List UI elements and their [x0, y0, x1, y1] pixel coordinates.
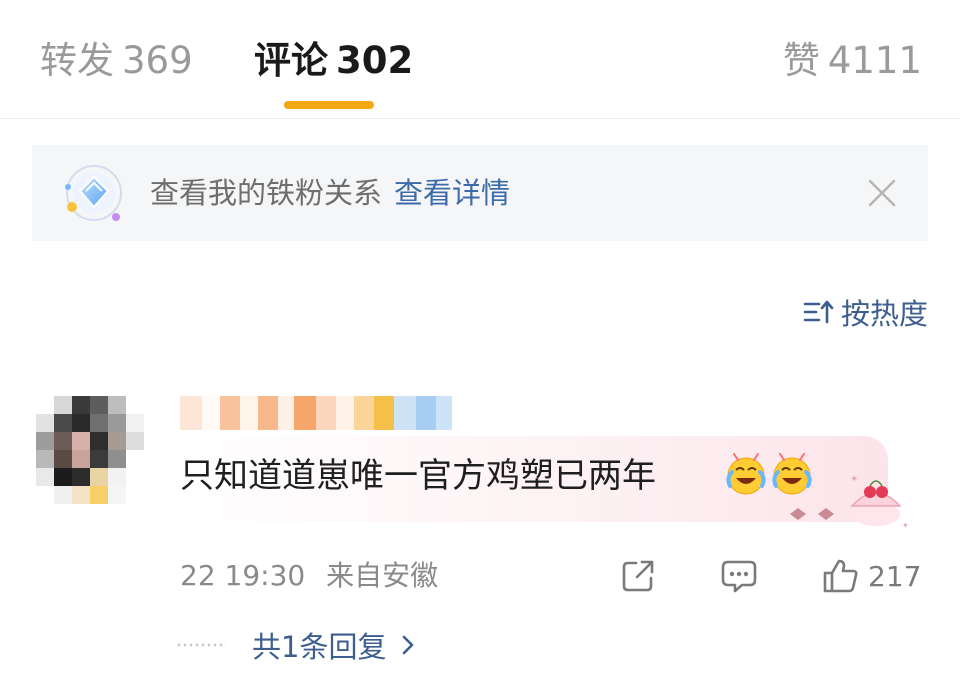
like-icon	[823, 559, 858, 593]
tab-likes[interactable]: 赞 4111	[783, 38, 922, 84]
reply-dotted-line	[176, 643, 226, 647]
reply-button[interactable]	[720, 556, 758, 596]
share-icon	[622, 560, 654, 592]
like-count: 217	[868, 559, 922, 593]
comment-tabs: 转发 369 评论 302 赞 4111	[0, 0, 960, 119]
tab-likes-label: 赞	[782, 39, 820, 82]
tab-comments-count: 302	[336, 39, 414, 82]
sort-icon	[803, 300, 834, 324]
comment-icon	[721, 560, 757, 593]
tab-repost-count: 369	[122, 39, 193, 82]
comment-location: 来自安徽	[326, 559, 439, 592]
sort-label: 按热度	[840, 297, 928, 331]
sort-by-hot-button[interactable]: 按热度	[803, 292, 928, 332]
fan-banner-text: 查看我的铁粉关系	[150, 176, 383, 210]
view-replies[interactable]: 共1条回复	[176, 624, 416, 666]
username-blurred[interactable]	[180, 396, 452, 430]
comment-text[interactable]: 只知道道崽唯一官方鸡塑已两年	[180, 452, 656, 500]
tab-repost-label: 转发	[40, 39, 114, 82]
tab-comments[interactable]: 评论 302	[254, 38, 413, 84]
chevron-right-icon	[403, 635, 414, 655]
tab-comments-label: 评论	[254, 39, 328, 82]
cake-bow-decoration-icon: ✦ ✦	[790, 474, 909, 530]
close-icon[interactable]	[866, 177, 898, 209]
comment-time: 19:30	[224, 559, 306, 592]
tab-repost[interactable]: 转发 369	[40, 38, 193, 84]
like-button[interactable]: 217	[822, 556, 921, 596]
share-button[interactable]	[620, 556, 656, 596]
fan-banner-details-link[interactable]: 查看详情	[394, 176, 510, 210]
view-replies-label: 共1条回复	[252, 630, 387, 664]
avatar[interactable]	[36, 396, 144, 504]
svg-text:✦: ✦	[850, 474, 858, 485]
comment-date: 22	[180, 559, 216, 592]
diamond-orbit-icon	[65, 165, 122, 221]
active-tab-indicator	[284, 101, 374, 109]
svg-text:✦: ✦	[902, 521, 909, 530]
comment-meta: 22 19:30 来自安徽	[180, 556, 438, 596]
tab-likes-count: 4111	[827, 39, 922, 82]
fan-relation-banner[interactable]: 查看我的铁粉关系 查看详情	[32, 145, 928, 241]
